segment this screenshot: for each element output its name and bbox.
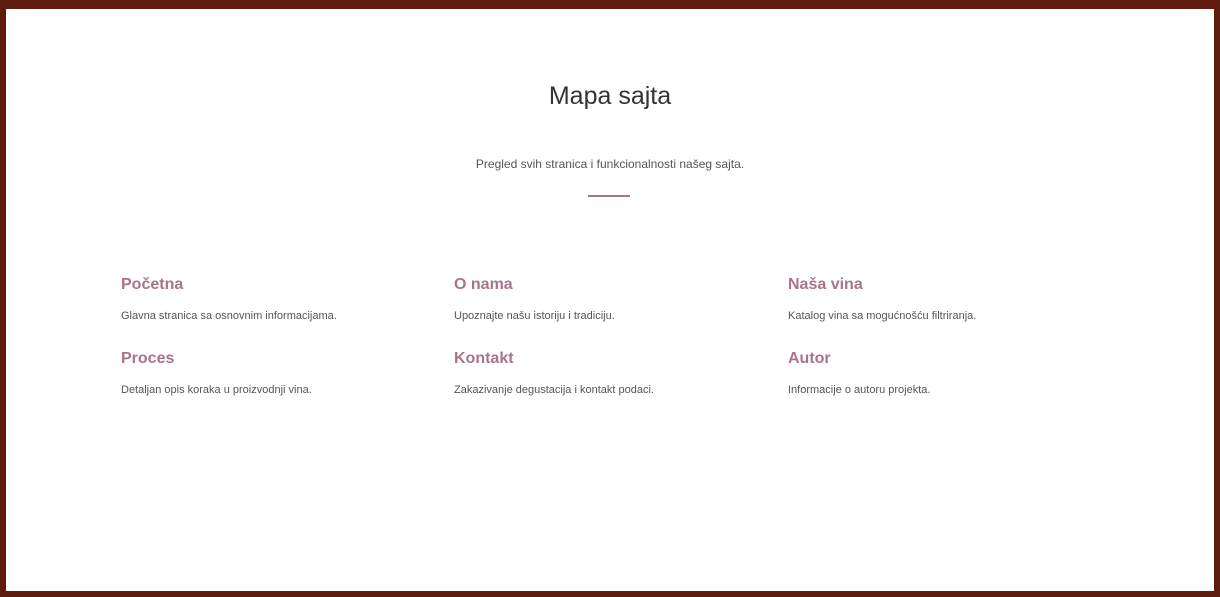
sitemap-item-o-nama: O nama Upoznajte našu istoriju i tradici… — [454, 275, 754, 323]
sitemap-link-o-nama[interactable]: O nama — [454, 275, 754, 295]
page-subtitle: Pregled svih stranica i funkcionalnosti … — [475, 157, 745, 171]
sitemap-link-nasa-vina[interactable]: Naša vina — [788, 275, 1088, 295]
page-title: Mapa sajta — [548, 82, 672, 110]
title-divider — [588, 195, 630, 197]
sitemap-link-proces[interactable]: Proces — [121, 349, 421, 369]
sitemap-item-pocetna: Početna Glavna stranica sa osnovnim info… — [121, 275, 421, 323]
sitemap-description: Detaljan opis koraka u proizvodnji vina. — [121, 384, 312, 396]
sitemap-description: Zakazivanje degustacija i kontakt podaci… — [454, 384, 654, 396]
sitemap-description: Informacije o autoru projekta. — [788, 384, 931, 396]
sitemap-link-kontakt[interactable]: Kontakt — [454, 349, 754, 369]
sitemap-item-autor: Autor Informacije o autoru projekta. — [788, 349, 1088, 397]
sitemap-description: Katalog vina sa mogućnošću filtriranja. — [788, 310, 977, 322]
sitemap-item-kontakt: Kontakt Zakazivanje degustacija i kontak… — [454, 349, 754, 397]
sitemap-link-pocetna[interactable]: Početna — [121, 275, 421, 295]
sitemap-item-nasa-vina: Naša vina Katalog vina sa mogućnošću fil… — [788, 275, 1088, 323]
sitemap-item-proces: Proces Detaljan opis koraka u proizvodnj… — [121, 349, 421, 397]
sitemap-description: Glavna stranica sa osnovnim informacijam… — [121, 310, 337, 322]
sitemap-description: Upoznajte našu istoriju i tradiciju. — [454, 310, 615, 322]
sitemap-link-autor[interactable]: Autor — [788, 349, 1088, 369]
